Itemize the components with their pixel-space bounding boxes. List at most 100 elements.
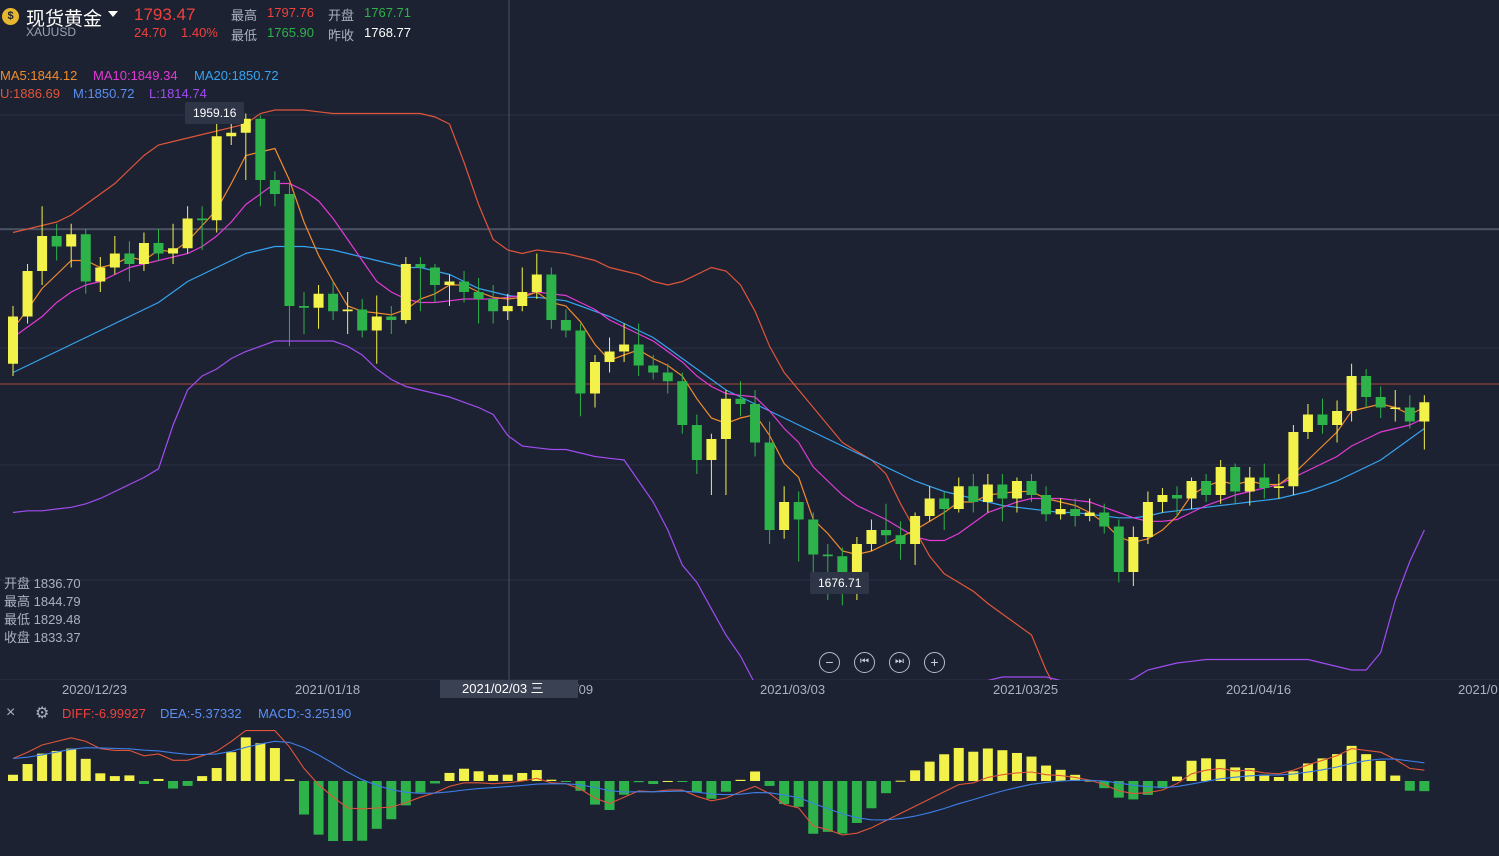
candle-body bbox=[1142, 502, 1153, 537]
candle-body bbox=[881, 530, 891, 536]
macd-bar bbox=[1419, 781, 1430, 792]
candle-body bbox=[968, 486, 979, 502]
candle-body bbox=[1259, 477, 1270, 488]
macd-bar bbox=[1273, 776, 1284, 781]
candle-body bbox=[1026, 481, 1037, 495]
zoom-out-button[interactable]: − bbox=[819, 652, 840, 673]
candle-body bbox=[182, 218, 193, 249]
macd-bar bbox=[284, 779, 295, 781]
macd-bar bbox=[211, 768, 222, 781]
macd-bar bbox=[1172, 776, 1182, 781]
macd-bar bbox=[342, 781, 353, 841]
ma20-line bbox=[12, 245, 1425, 519]
axis-date: 2021/04/16 bbox=[1226, 682, 1292, 697]
axis-date: 2021/03/03 bbox=[760, 682, 826, 697]
candle-body bbox=[895, 535, 906, 544]
macd-bar bbox=[953, 747, 964, 781]
axis-date: 2021/0 bbox=[1458, 682, 1498, 697]
candle-body bbox=[1404, 407, 1415, 422]
macd-bar bbox=[328, 781, 339, 841]
candle-body bbox=[138, 243, 149, 264]
candle-body bbox=[400, 264, 411, 320]
ma10-line bbox=[12, 182, 1425, 542]
candle-body bbox=[95, 267, 106, 282]
candle-body bbox=[619, 344, 630, 352]
macd-bar bbox=[619, 781, 630, 795]
candle-body bbox=[1157, 495, 1168, 502]
macd-bar bbox=[1041, 765, 1052, 781]
macd-bar bbox=[924, 761, 935, 781]
scroll-start-button[interactable]: ⏮ bbox=[854, 652, 875, 673]
candle-body bbox=[1172, 495, 1182, 499]
candle-body bbox=[735, 398, 746, 404]
macd-bar bbox=[240, 737, 251, 781]
macd-bar bbox=[182, 781, 193, 786]
macd-bar bbox=[1361, 754, 1372, 781]
macd-bar bbox=[502, 774, 513, 781]
candle-body bbox=[255, 118, 266, 180]
macd-bar bbox=[910, 770, 921, 781]
candle-body bbox=[546, 274, 557, 320]
candle-body bbox=[1215, 467, 1226, 495]
zoom-in-button[interactable]: + bbox=[924, 652, 945, 673]
macd-chart[interactable] bbox=[0, 706, 1499, 856]
candle-body bbox=[997, 484, 1008, 499]
candle-body bbox=[575, 330, 586, 394]
hover-low: 最低 1829.48 bbox=[4, 612, 81, 627]
candle-body bbox=[109, 253, 120, 268]
macd-bar bbox=[415, 781, 426, 793]
macd-bar bbox=[371, 781, 382, 829]
candle-body bbox=[51, 236, 62, 247]
axis-date: 2021/01/18 bbox=[295, 682, 361, 697]
candle-body bbox=[706, 439, 717, 460]
macd-bar bbox=[459, 768, 470, 781]
hover-open: 开盘 1836.70 bbox=[4, 576, 81, 591]
candle-body bbox=[1084, 512, 1095, 516]
macd-bar bbox=[386, 781, 397, 820]
candle-body bbox=[517, 292, 528, 306]
candle-body bbox=[924, 498, 935, 516]
macd-bar bbox=[764, 781, 775, 786]
axis-date: 2020/12/23 bbox=[62, 682, 128, 697]
candle-body bbox=[1186, 481, 1197, 499]
candle-body bbox=[604, 351, 615, 362]
macd-bar bbox=[1215, 759, 1226, 781]
macd-bar bbox=[22, 764, 33, 781]
macd-bar bbox=[357, 781, 368, 841]
candle-body bbox=[226, 132, 237, 137]
candle-body bbox=[168, 248, 179, 254]
candle-body bbox=[37, 236, 48, 271]
candle-body bbox=[66, 234, 77, 247]
candle-body bbox=[590, 362, 600, 394]
macd-bar bbox=[226, 752, 237, 781]
candle-body bbox=[269, 180, 280, 194]
macd-bar bbox=[37, 753, 48, 781]
macd-bar bbox=[66, 748, 77, 781]
candle-body bbox=[1419, 402, 1430, 422]
macd-bar bbox=[706, 781, 717, 799]
candle-body bbox=[662, 372, 673, 382]
candle-body bbox=[910, 516, 921, 544]
macd-diff-line bbox=[12, 730, 1425, 836]
macd-bar bbox=[677, 781, 688, 782]
candle-body bbox=[1055, 509, 1066, 515]
scroll-end-button[interactable]: ⏭ bbox=[889, 652, 910, 673]
macd-bar bbox=[735, 779, 746, 781]
macd-bar bbox=[313, 781, 324, 835]
candle-body bbox=[691, 425, 702, 460]
candle-body bbox=[488, 299, 499, 312]
macd-bar bbox=[197, 776, 208, 781]
candle-body bbox=[677, 381, 688, 425]
macd-bar bbox=[1128, 781, 1139, 800]
macd-bar bbox=[895, 780, 906, 782]
candle-body bbox=[1128, 537, 1139, 572]
candle-body bbox=[648, 365, 659, 373]
macd-bar bbox=[1390, 775, 1401, 781]
macd-dea-line bbox=[12, 740, 1425, 821]
ma5-line bbox=[12, 147, 1425, 556]
candle-body bbox=[313, 293, 324, 308]
candle-body bbox=[1390, 407, 1401, 409]
macd-bar bbox=[8, 774, 18, 781]
macd-bar bbox=[473, 771, 484, 781]
candle-body bbox=[1375, 397, 1386, 408]
